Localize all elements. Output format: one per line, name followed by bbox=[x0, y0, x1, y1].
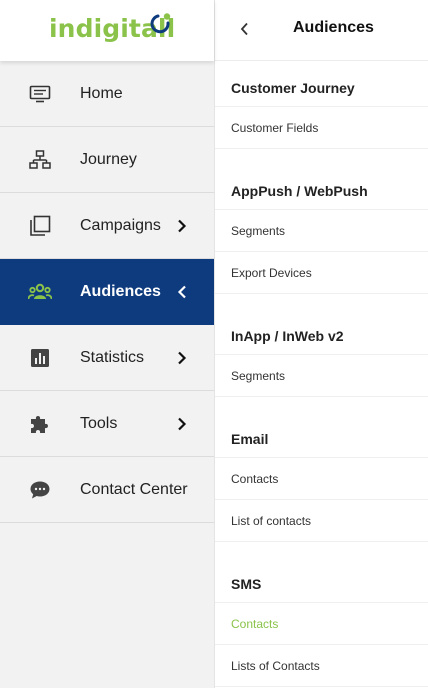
panel-title: Audiences bbox=[293, 19, 374, 36]
bar-chart-icon bbox=[28, 346, 52, 370]
puzzle-icon bbox=[28, 412, 52, 436]
chevron-right-icon bbox=[174, 349, 190, 367]
sitemap-icon bbox=[28, 148, 52, 172]
sidebar: indigitall Home Journey Campaigns Audien… bbox=[0, 0, 214, 688]
main-nav: Home Journey Campaigns Audiences Statist… bbox=[0, 61, 214, 523]
nav-label-audiences: Audiences bbox=[80, 282, 161, 300]
chevron-right-icon bbox=[174, 217, 190, 235]
audiences-submenu-panel: Audiences Customer Journey Customer Fiel… bbox=[214, 0, 428, 688]
section-title-apppush-webpush: AppPush / WebPush bbox=[215, 164, 428, 210]
nav-item-home[interactable]: Home bbox=[0, 61, 214, 127]
submenu-item-customer-fields[interactable]: Customer Fields bbox=[215, 107, 428, 149]
users-icon bbox=[28, 280, 52, 304]
submenu-item-push-segments[interactable]: Segments bbox=[215, 210, 428, 252]
nav-label-tools: Tools bbox=[80, 414, 118, 432]
copy-icon bbox=[28, 214, 52, 238]
nav-item-contact-center[interactable]: Contact Center bbox=[0, 457, 214, 523]
nav-label-home: Home bbox=[80, 84, 123, 102]
nav-label-statistics: Statistics bbox=[80, 348, 145, 366]
chevron-left-icon bbox=[174, 283, 190, 301]
submenu-item-sms-lists-of-contacts[interactable]: Lists of Contacts bbox=[215, 645, 428, 687]
brand-logo-mark-icon bbox=[150, 13, 171, 34]
section-title-inapp-inweb: InApp / InWeb v2 bbox=[215, 309, 428, 355]
panel-header: Audiences bbox=[215, 0, 428, 61]
chat-bubble-icon bbox=[28, 478, 52, 502]
nav-item-statistics[interactable]: Statistics bbox=[0, 325, 214, 391]
submenu-item-inapp-segments[interactable]: Segments bbox=[215, 355, 428, 397]
nav-item-tools[interactable]: Tools bbox=[0, 391, 214, 457]
nav-label-journey: Journey bbox=[80, 150, 137, 168]
monitor-icon bbox=[28, 82, 52, 106]
submenu-sections: Customer Journey Customer Fields AppPush… bbox=[215, 61, 428, 687]
nav-item-journey[interactable]: Journey bbox=[0, 127, 214, 193]
chevron-right-icon bbox=[174, 415, 190, 433]
section-title-sms: SMS bbox=[215, 557, 428, 603]
nav-item-audiences[interactable]: Audiences bbox=[0, 259, 214, 325]
logo-area: indigitall bbox=[0, 0, 214, 61]
back-chevron-icon[interactable] bbox=[235, 19, 253, 39]
nav-label-campaigns: Campaigns bbox=[80, 216, 161, 234]
section-title-email: Email bbox=[215, 412, 428, 458]
nav-label-contact-center: Contact Center bbox=[80, 480, 188, 498]
submenu-item-sms-contacts[interactable]: Contacts bbox=[215, 603, 428, 645]
submenu-item-export-devices[interactable]: Export Devices bbox=[215, 252, 428, 294]
submenu-item-email-contacts[interactable]: Contacts bbox=[215, 458, 428, 500]
nav-item-campaigns[interactable]: Campaigns bbox=[0, 193, 214, 259]
submenu-item-email-list-of-contacts[interactable]: List of contacts bbox=[215, 500, 428, 542]
section-title-customer-journey: Customer Journey bbox=[215, 61, 428, 107]
